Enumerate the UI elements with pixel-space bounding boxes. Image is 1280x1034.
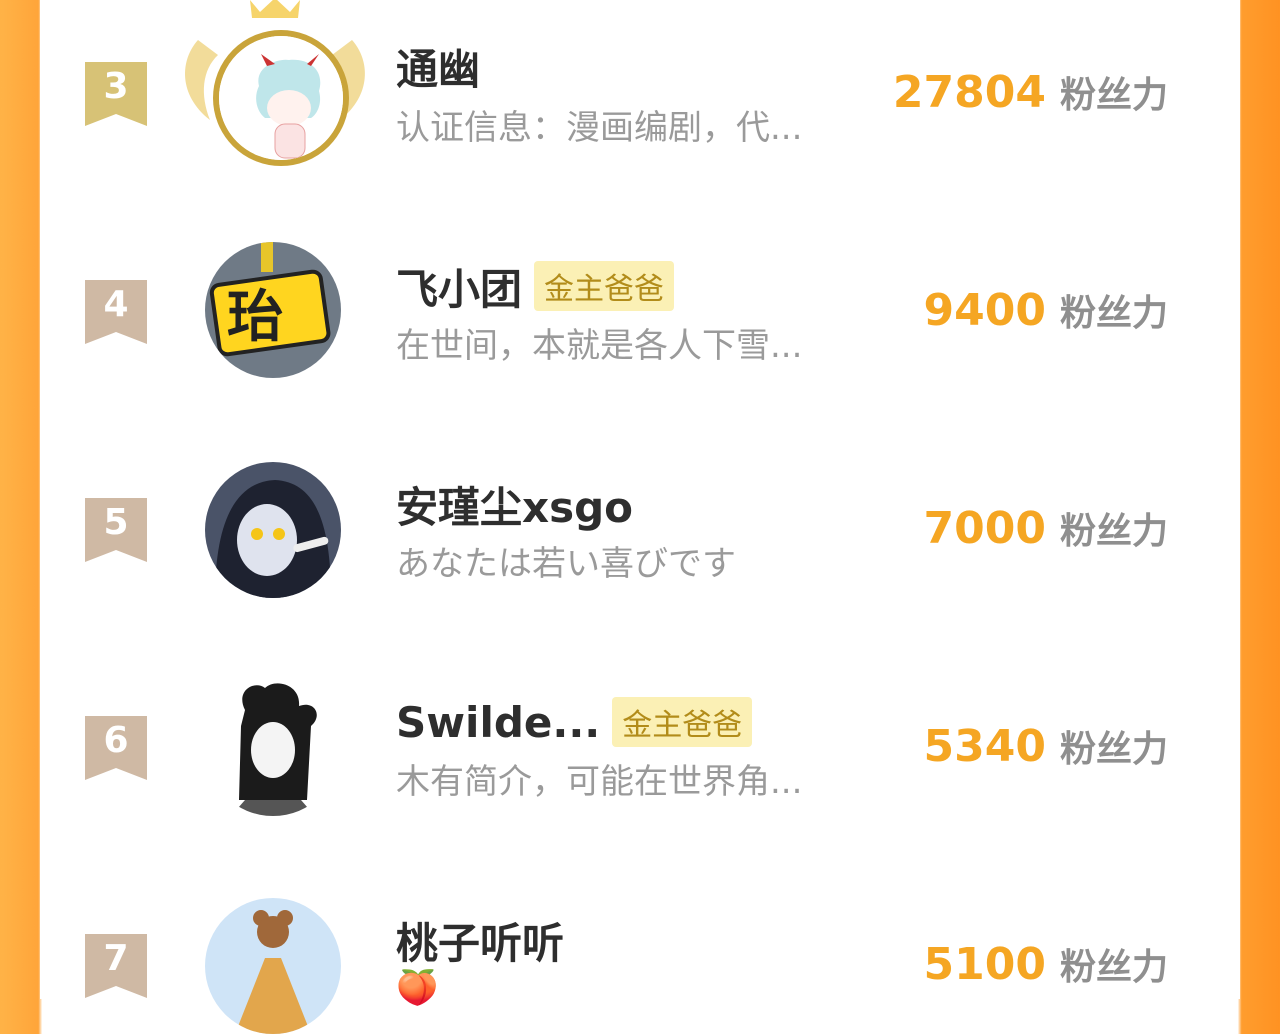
fan-score: 5100 粉丝力 bbox=[924, 938, 1168, 990]
avatar[interactable] bbox=[205, 462, 341, 598]
avatar[interactable] bbox=[205, 898, 341, 1034]
name-line: Swilde... 金主爸爸 bbox=[396, 694, 753, 750]
score-unit: 粉丝力 bbox=[1059, 729, 1168, 770]
user-name[interactable]: 飞小团 bbox=[396, 256, 522, 317]
rank-badge-gold: 3 bbox=[85, 62, 147, 126]
svg-text:珆: 珆 bbox=[227, 285, 283, 350]
fan-score: 27804 粉丝力 bbox=[893, 66, 1168, 118]
list-item[interactable]: 7 桃子听听 🍑 5100 粉丝力 bbox=[40, 872, 1240, 1034]
score-unit: 粉丝力 bbox=[1059, 75, 1168, 116]
name-line: 安瑾尘xsgo bbox=[396, 476, 633, 532]
rank-badge: 5 bbox=[85, 498, 147, 562]
rank-badge: 6 bbox=[85, 716, 147, 780]
user-name[interactable]: 通幽 bbox=[396, 36, 480, 97]
list-item[interactable]: 5 安瑾尘xsgo あなたは若い喜びです 7000 粉丝力 bbox=[40, 436, 1240, 636]
user-bio: 🍑 bbox=[396, 968, 439, 1008]
sponsor-badge: 金主爸爸 bbox=[612, 697, 753, 747]
user-name[interactable]: Swilde... bbox=[396, 698, 600, 747]
list-item[interactable]: 3 通幽 认证信息：漫画编剧，代... 27804 粉丝力 bbox=[40, 0, 1240, 200]
user-name[interactable]: 桃子听听 bbox=[396, 910, 564, 971]
score-value: 5340 bbox=[923, 721, 1046, 772]
user-bio: あなたは若い喜びです bbox=[396, 544, 736, 584]
score-unit: 粉丝力 bbox=[1059, 511, 1168, 552]
fan-score: 9400 粉丝力 bbox=[924, 284, 1168, 336]
anime-girl-icon bbox=[205, 462, 341, 598]
avatar[interactable] bbox=[213, 30, 349, 166]
score-value: 7000 bbox=[923, 503, 1046, 554]
rank-badge: 7 bbox=[85, 934, 147, 998]
fan-score: 7000 粉丝力 bbox=[924, 502, 1168, 554]
user-bio: 认证信息：漫画编剧，代... bbox=[396, 108, 803, 148]
list-item[interactable]: 4 珆 飞小团 金主爸爸 在世间，本就是各人下雪... 9400 粉丝力 bbox=[40, 218, 1240, 418]
user-bio: 在世间，本就是各人下雪... bbox=[396, 326, 803, 366]
name-line: 飞小团 金主爸爸 bbox=[396, 256, 675, 317]
yellow-character-icon: 珆 bbox=[205, 242, 341, 378]
teddy-bear-icon bbox=[205, 898, 341, 1034]
list-item[interactable]: 6 Swilde... 金主爸爸 木有简介，可能在世界角... 5340 粉丝力 bbox=[40, 654, 1240, 854]
user-bio: 木有简介，可能在世界角... bbox=[396, 762, 803, 802]
avatar[interactable] bbox=[205, 680, 341, 816]
score-value: 27804 bbox=[892, 67, 1046, 118]
score-unit: 粉丝力 bbox=[1059, 947, 1168, 988]
score-unit: 粉丝力 bbox=[1059, 293, 1168, 334]
avatar[interactable]: 珆 bbox=[205, 242, 341, 378]
name-line: 通幽 bbox=[396, 38, 480, 94]
user-name[interactable]: 安瑾尘xsgo bbox=[396, 474, 633, 535]
score-value: 9400 bbox=[923, 285, 1046, 336]
sponsor-badge: 金主爸爸 bbox=[534, 261, 675, 311]
score-value: 5100 bbox=[923, 939, 1046, 990]
rank-badge: 4 bbox=[85, 280, 147, 344]
name-line: 桃子听听 bbox=[396, 912, 564, 968]
fan-score: 5340 粉丝力 bbox=[924, 720, 1168, 772]
horned-sketch-icon bbox=[205, 680, 341, 816]
